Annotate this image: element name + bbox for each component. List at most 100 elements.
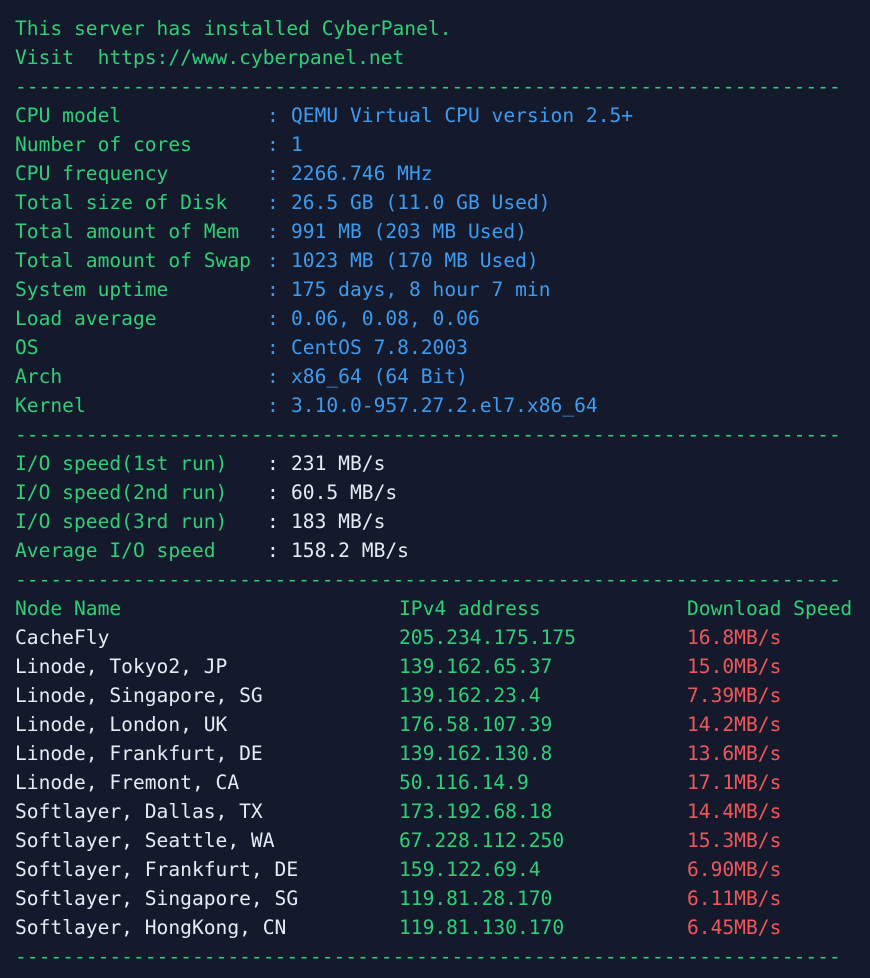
download-speed: 16.8MB/s	[687, 626, 782, 649]
node-name: Softlayer, Frankfurt, DE	[15, 858, 299, 881]
separator-line: ----------------------------------------…	[15, 423, 841, 446]
colon-separator: :	[267, 481, 279, 504]
system-info-row: Total size of Disk:26.5 GB (11.0 GB Used…	[0, 188, 870, 217]
ipv4-address: 67.228.112.250	[399, 829, 565, 852]
system-info-row: Total amount of Mem:991 MB (203 MB Used)	[0, 217, 870, 246]
info-value: CentOS 7.8.2003	[291, 336, 468, 359]
info-value: 158.2 MB/s	[291, 539, 409, 562]
table-row: Linode, Tokyo2, JP 139.162.65.37 15.0MB/s	[0, 652, 870, 681]
colon-separator: :	[267, 452, 279, 475]
table-row: Softlayer, Singapore, SG 119.81.28.170 6.1…	[0, 884, 870, 913]
download-speed: 17.1MB/s	[687, 771, 782, 794]
table-row: Linode, Frankfurt, DE 139.162.130.8 13.6MB…	[0, 739, 870, 768]
colon-separator: :	[267, 394, 279, 417]
colon-separator: :	[267, 278, 279, 301]
info-label: Total size of Disk	[15, 191, 228, 214]
info-label: Arch	[15, 365, 63, 388]
node-name: Softlayer, Seattle, WA	[15, 829, 275, 852]
download-speed: 6.11MB/s	[687, 887, 782, 910]
ipv4-address: 119.81.130.170	[399, 916, 565, 939]
info-label: I/O speed(2nd run)	[15, 481, 228, 504]
node-name: Linode, Tokyo2, JP	[15, 655, 228, 678]
colon-separator: :	[267, 133, 279, 156]
info-label: I/O speed(1st run)	[15, 452, 228, 475]
colon-separator: :	[267, 307, 279, 330]
info-value: 0.06, 0.08, 0.06	[291, 307, 480, 330]
download-speed: 14.4MB/s	[687, 800, 782, 823]
node-name: Softlayer, Dallas, TX	[15, 800, 263, 823]
io-speed-section: I/O speed(1st run):231 MB/s I/O speed(2nd…	[0, 449, 870, 565]
column-header-speed: Download Speed	[687, 597, 853, 620]
visit-url-line: Visit https://www.cyberpanel.net	[15, 46, 405, 69]
colon-separator: :	[267, 336, 279, 359]
system-info-section: CPU model: QEMU Virtual CPU version 2.5+ N…	[0, 101, 870, 420]
ipv4-address: 50.116.14.9	[399, 771, 529, 794]
separator-line: ----------------------------------------…	[15, 945, 841, 968]
node-name: Linode, Fremont, CA	[15, 771, 240, 794]
io-speed-row: Average I/O speed:158.2 MB/s	[0, 536, 870, 565]
info-value: 183 MB/s	[291, 510, 386, 533]
info-label: OS	[15, 336, 39, 359]
ipv4-address: 159.122.69.4	[399, 858, 541, 881]
node-name: Linode, Frankfurt, DE	[15, 742, 263, 765]
ipv4-address: 205.234.175.175	[399, 626, 576, 649]
info-label: I/O speed(3rd run)	[15, 510, 228, 533]
node-name: CacheFly	[15, 626, 110, 649]
system-info-row: Total amount of Swap:1023 MB (170 MB Use…	[0, 246, 870, 275]
system-info-row: Number of cores:1	[0, 130, 870, 159]
ipv4-address: 139.162.65.37	[399, 655, 553, 678]
download-speed: 13.6MB/s	[687, 742, 782, 765]
node-name: Softlayer, Singapore, SG	[15, 887, 299, 910]
info-value: 2266.746 MHz	[291, 162, 433, 185]
separator-line: ----------------------------------------…	[15, 568, 841, 591]
node-name: Linode, London, UK	[15, 713, 228, 736]
io-speed-row: I/O speed(1st run):231 MB/s	[0, 449, 870, 478]
info-label: CPU model	[15, 104, 122, 127]
download-speed: 6.90MB/s	[687, 858, 782, 881]
table-row: Softlayer, Dallas, TX 173.192.68.18 14.4MB…	[0, 797, 870, 826]
info-label: System uptime	[15, 278, 169, 301]
colon-separator: :	[267, 510, 279, 533]
io-speed-row: I/O speed(2nd run):60.5 MB/s	[0, 478, 870, 507]
info-value: 1	[291, 133, 303, 156]
colon-separator: :	[267, 162, 279, 185]
download-speed: 15.3MB/s	[687, 829, 782, 852]
system-info-row: CPU frequency:2266.746 MHz	[0, 159, 870, 188]
colon-separator: :	[267, 220, 279, 243]
table-row: CacheFly 205.234.175.175 16.8MB/s	[0, 623, 870, 652]
info-label: Kernel	[15, 394, 86, 417]
download-speed: 6.45MB/s	[687, 916, 782, 939]
ipv4-address: 139.162.23.4	[399, 684, 541, 707]
info-label: Load average	[15, 307, 157, 330]
system-info-row: Kernel:3.10.0-957.27.2.el7.x86_64	[0, 391, 870, 420]
table-row: Softlayer, Seattle, WA 67.228.112.250 15.3…	[0, 826, 870, 855]
info-value: 26.5 GB (11.0 GB Used)	[291, 191, 551, 214]
info-label: Total amount of Swap	[15, 249, 251, 272]
node-name: Linode, Singapore, SG	[15, 684, 263, 707]
system-info-row: Arch: x86_64 (64 Bit)	[0, 362, 870, 391]
info-value: x86_64 (64 Bit)	[291, 365, 468, 388]
ipv4-address: 176.58.107.39	[399, 713, 553, 736]
system-info-row: CPU model: QEMU Virtual CPU version 2.5+	[0, 101, 870, 130]
system-info-row: Load average:0.06, 0.08, 0.06	[0, 304, 870, 333]
speed-table-header: Node Name IPv4 address Download Speed	[0, 594, 870, 623]
ipv4-address: 173.192.68.18	[399, 800, 553, 823]
table-row: Softlayer, Frankfurt, DE 159.122.69.4 6.90…	[0, 855, 870, 884]
ipv4-address: 139.162.130.8	[399, 742, 553, 765]
column-header-node: Node Name	[15, 597, 122, 620]
colon-separator: :	[267, 249, 279, 272]
colon-separator: :	[267, 365, 279, 388]
ipv4-address: 119.81.28.170	[399, 887, 553, 910]
io-speed-row: I/O speed(3rd run):183 MB/s	[0, 507, 870, 536]
install-notice: This server has installed CyberPanel.	[15, 17, 452, 40]
download-speed: 14.2MB/s	[687, 713, 782, 736]
download-speed: 15.0MB/s	[687, 655, 782, 678]
table-row: Linode, Fremont, CA 50.116.14.9 17.1MB/s	[0, 768, 870, 797]
info-label: Total amount of Mem	[15, 220, 240, 243]
colon-separator: :	[267, 104, 279, 127]
info-label: CPU frequency	[15, 162, 169, 185]
system-info-row: System uptime:175 days, 8 hour 7 min	[0, 275, 870, 304]
info-value: 991 MB (203 MB Used)	[291, 220, 527, 243]
speed-table-body: CacheFly 205.234.175.175 16.8MB/s Linode, T…	[0, 623, 870, 942]
colon-separator: :	[267, 191, 279, 214]
